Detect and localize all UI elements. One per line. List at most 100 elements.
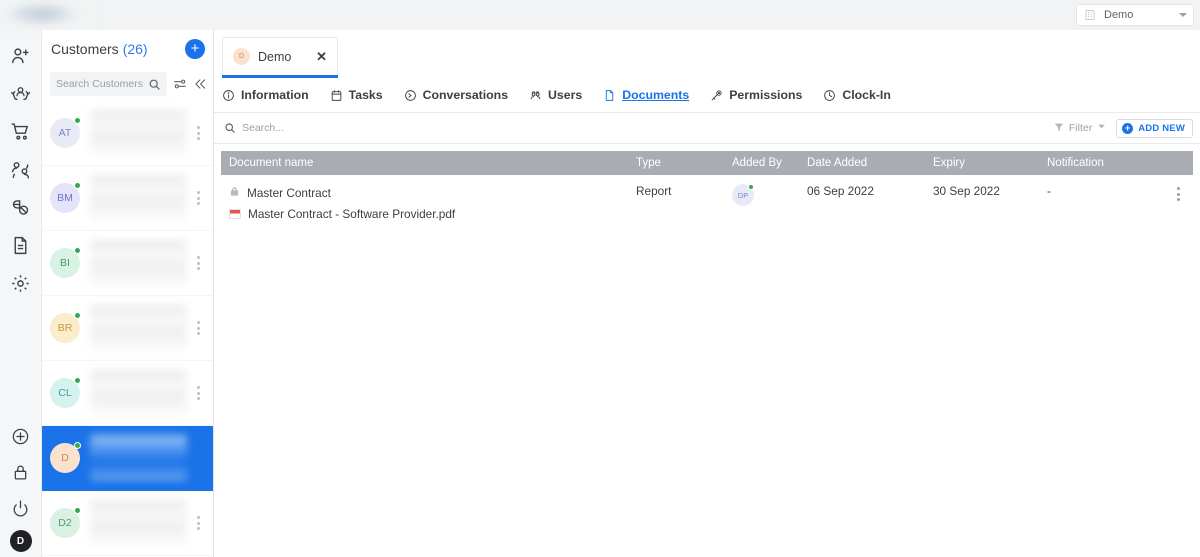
online-dot	[74, 377, 81, 384]
org-name: Demo	[1104, 9, 1134, 21]
tab-label: Documents	[622, 88, 690, 102]
gear-icon[interactable]	[0, 264, 42, 302]
rail-top-group	[0, 30, 42, 302]
avatar: BR	[50, 312, 81, 343]
cell-notification: -	[1047, 184, 1051, 198]
kebab-menu-icon[interactable]	[191, 451, 205, 465]
tab-label: Users	[548, 88, 583, 102]
customer-list-item[interactable]: BM	[42, 166, 213, 231]
table-header-row: Document name Type Added By Date Added Expir…	[221, 151, 1193, 175]
search-customers-field[interactable]	[50, 72, 167, 96]
open-tab-demo[interactable]: D Demo ✕	[222, 37, 338, 78]
avatar: DP	[732, 184, 754, 206]
section-tabs: Information Tasks Conversations Users Docume…	[214, 78, 1200, 113]
search-icon[interactable]	[148, 78, 161, 91]
kebab-menu-icon[interactable]	[191, 386, 205, 400]
pdf-icon	[229, 209, 241, 219]
column-header: Date Added	[807, 157, 868, 169]
customer-details-redacted	[90, 435, 187, 481]
rail-bottom-group: D	[0, 418, 42, 557]
org-selector[interactable]: Demo	[1076, 4, 1194, 26]
sliders-icon[interactable]	[173, 77, 187, 91]
customer-details-redacted	[90, 175, 187, 221]
add-new-button[interactable]: + ADD NEW	[1116, 118, 1193, 138]
tab-tasks[interactable]: Tasks	[330, 88, 383, 102]
customer-list-item[interactable]: BR	[42, 296, 213, 361]
kebab-menu-icon[interactable]	[191, 191, 205, 205]
search-customers-input[interactable]	[56, 78, 144, 90]
kebab-menu-icon[interactable]	[1163, 184, 1193, 201]
chevron-down-icon	[1179, 13, 1187, 17]
customer-list-item[interactable]: CL	[42, 361, 213, 426]
document-icon[interactable]	[0, 226, 42, 264]
customer-details-redacted	[90, 240, 187, 286]
tab-label: Demo	[258, 49, 292, 64]
shopping-cart-icon[interactable]	[0, 112, 42, 150]
tab-information[interactable]: Information	[222, 88, 309, 102]
column-header: Expiry	[933, 157, 965, 169]
lock-icon[interactable]	[0, 454, 42, 490]
documents-search-field[interactable]	[224, 122, 1054, 134]
cell-type: Report	[636, 184, 672, 198]
document-file-name[interactable]: Master Contract - Software Provider.pdf	[248, 207, 455, 221]
kebab-menu-icon[interactable]	[191, 256, 205, 270]
avatar: BM	[50, 182, 81, 213]
plus-circle-icon[interactable]	[0, 418, 42, 454]
add-user-icon[interactable]	[0, 36, 42, 74]
main-content: D Demo ✕ Information Tasks Conversations Us…	[214, 30, 1200, 557]
customer-list-item[interactable]: AT	[42, 101, 213, 166]
cell-document-name: Master Contract Master Contract - Softwar…	[229, 184, 636, 221]
online-dot	[74, 442, 81, 449]
tab-label: Information	[241, 88, 309, 102]
tab-conversations[interactable]: Conversations	[404, 88, 508, 102]
close-icon[interactable]: ✕	[316, 50, 327, 63]
contacts-icon[interactable]	[0, 150, 42, 188]
kebab-menu-icon[interactable]	[191, 126, 205, 140]
tab-avatar: D	[233, 48, 250, 65]
documents-search-input[interactable]	[242, 122, 462, 134]
table-row[interactable]: Master Contract Master Contract - Softwar…	[221, 175, 1193, 221]
customers-panel: Customers (26) + Search Customers AT BM …	[42, 30, 214, 557]
chevron-double-left-icon[interactable]	[193, 77, 207, 91]
cell-expiry: 30 Sep 2022	[933, 184, 1000, 198]
avatar: CL	[50, 377, 81, 408]
tab-clock-in[interactable]: Clock-In	[823, 88, 891, 102]
tab-documents[interactable]: Documents	[603, 88, 689, 102]
online-dot	[748, 184, 754, 190]
add-new-label: ADD NEW	[1138, 122, 1185, 134]
filter-button[interactable]: Filter	[1054, 122, 1106, 135]
tab-users[interactable]: Users	[529, 88, 582, 102]
documents-table: Document name Type Added By Date Added Expir…	[214, 144, 1200, 557]
tab-label: Conversations	[422, 88, 509, 102]
online-dot	[74, 507, 81, 514]
power-icon[interactable]	[0, 490, 42, 526]
cell-date-added: 06 Sep 2022	[807, 184, 874, 198]
icon-rail: D	[0, 30, 42, 557]
building-icon	[1084, 9, 1096, 21]
online-dot	[74, 182, 81, 189]
add-customer-button[interactable]: +	[185, 38, 205, 59]
customer-list-item[interactable]: BI	[42, 231, 213, 296]
customer-list-item[interactable]: D2	[42, 491, 213, 556]
column-header: Document name	[229, 157, 314, 169]
pills-icon[interactable]	[0, 188, 42, 226]
app-body: D Customers (26) + Search Customers AT B…	[0, 30, 1200, 557]
customers-header: Customers (26) +	[42, 30, 213, 67]
kebab-menu-icon[interactable]	[191, 321, 205, 335]
customer-list-item[interactable]: D	[42, 426, 213, 491]
table-body: Master Contract Master Contract - Softwar…	[221, 175, 1193, 221]
tab-permissions[interactable]: Permissions	[710, 88, 802, 102]
document-tab-strip: D Demo ✕	[214, 30, 1200, 78]
clock-icon	[823, 89, 836, 102]
tab-label: Permissions	[729, 88, 803, 102]
column-header: Type	[636, 157, 661, 169]
cell-added-by: DP	[732, 184, 807, 206]
customer-care-icon[interactable]	[0, 74, 42, 112]
kebab-menu-icon[interactable]	[191, 516, 205, 530]
tab-label: Tasks	[348, 88, 383, 102]
customers-list[interactable]: AT BM BI BR CL D D2	[42, 101, 213, 557]
lock-icon	[229, 184, 240, 202]
column-header: Added By	[732, 157, 782, 169]
avatar: D2	[50, 507, 81, 538]
user-avatar[interactable]: D	[9, 530, 32, 552]
